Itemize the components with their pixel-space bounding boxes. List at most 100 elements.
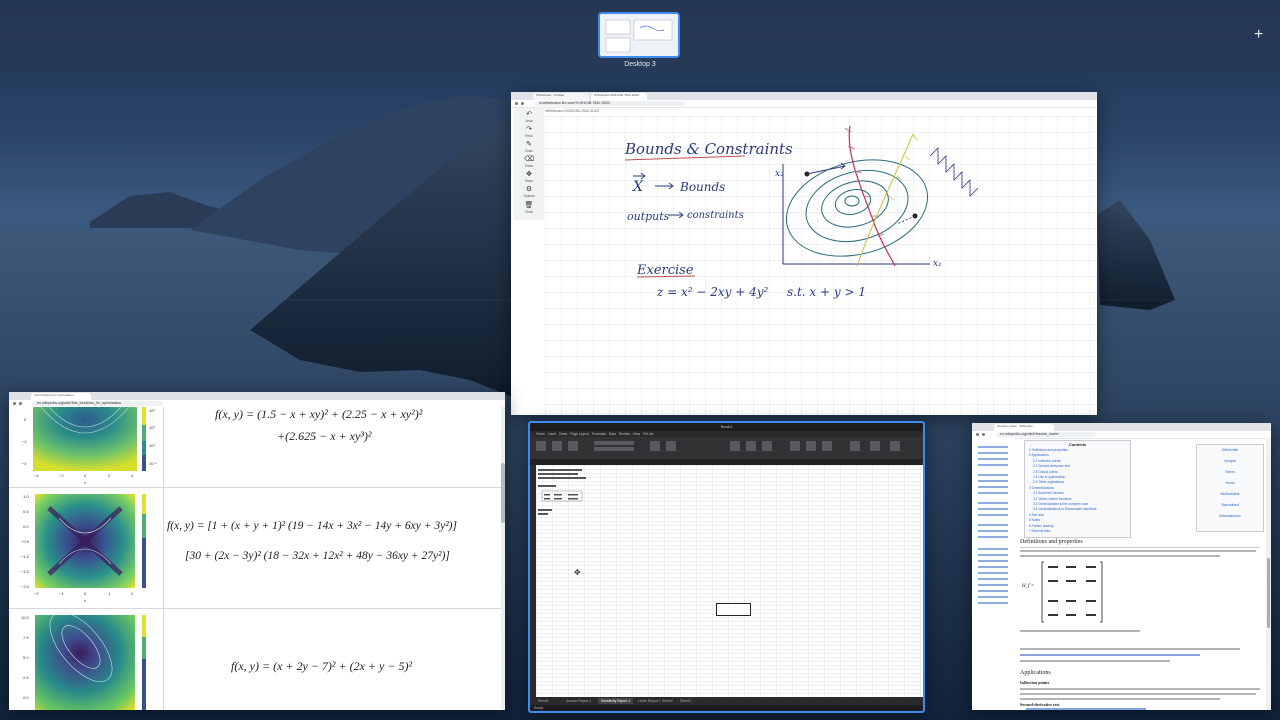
- browser-tab-active[interactable]: Hessian matrix - Wikipedia: [994, 424, 1054, 431]
- infobox-item[interactable]: Specialized: [1197, 500, 1263, 511]
- sidebar-link[interactable]: [978, 480, 1008, 482]
- tool-label: Clear: [525, 210, 533, 214]
- sheet-tab[interactable]: Limits Report 1: [638, 698, 661, 704]
- vertical-scrollbar[interactable]: [1266, 438, 1271, 710]
- sidebar-link[interactable]: [978, 554, 1008, 556]
- scrollbar-thumb[interactable]: [501, 463, 505, 523]
- sidebar-link[interactable]: [978, 530, 1008, 532]
- worksheet-grid[interactable]: ✥: [536, 465, 923, 697]
- calculus-infobox: Differential Integral Series Vector Mult…: [1196, 444, 1264, 532]
- sidebar-link[interactable]: [978, 514, 1008, 516]
- clear-button[interactable]: 🗑 Clear: [514, 201, 544, 215]
- add-desktop-button[interactable]: +: [1254, 26, 1263, 44]
- goldstein-price-equation-line2: [30 + (2x − 3y)² (18 − 32x + 12x² + 48y …: [185, 550, 450, 562]
- subsection-heading: Second-derivative test: [1020, 702, 1060, 707]
- browser-tab-active[interactable]: Whiteboard 01BH13B-7842-9DZ0: [591, 93, 647, 100]
- text-line: [1020, 654, 1200, 656]
- ribbon-tab-formulas[interactable]: Formulas: [592, 432, 606, 436]
- colorbar-label: 10⁵: [149, 408, 155, 413]
- erase-button[interactable]: ⌫ Erase: [514, 155, 544, 169]
- function-table: 10⁵ 10³ 10¹ 10⁻¹ 0 −2 −4 −4 −2 0 2 4 x f…: [9, 406, 505, 710]
- sidebar-link[interactable]: [978, 492, 1008, 494]
- infobox-item[interactable]: Miscellaneous: [1197, 511, 1263, 522]
- text-line: [1020, 693, 1256, 695]
- tell-me-field[interactable]: Tell me: [643, 432, 654, 436]
- sidebar-link[interactable]: [978, 590, 1008, 592]
- sidebar-link[interactable]: [978, 560, 1008, 562]
- sidebar-link[interactable]: [978, 474, 1008, 476]
- sidebar-link[interactable]: [978, 524, 1008, 526]
- whiteboard-browser-window[interactable]: Whiteboard · Untitled Whiteboard 01BH13B…: [511, 92, 1097, 415]
- ribbon-tab-insert[interactable]: Insert: [548, 432, 556, 436]
- test-functions-browser-window[interactable]: Test functions for optimization en.wikip…: [9, 392, 505, 710]
- sheet-tab-active[interactable]: Sensitivity Report 1: [598, 698, 634, 704]
- back-icon[interactable]: [13, 402, 16, 405]
- back-icon[interactable]: [515, 102, 518, 105]
- excel-window[interactable]: Book1 Home Insert Draw Page Layout Formu…: [528, 421, 925, 713]
- infobox-item[interactable]: Integral: [1197, 456, 1263, 467]
- url-field[interactable]: ni.whiteboard-fire.com/?l=9H13B-7842-9DZ…: [535, 101, 685, 106]
- browser-tab[interactable]: Whiteboard · Untitled: [533, 93, 589, 100]
- sidebar-link[interactable]: [978, 464, 1008, 466]
- mission-control-spaces-bar: Desktop 3 +: [0, 0, 1280, 72]
- toc-item[interactable]: 7 External links: [1029, 529, 1096, 534]
- tool-label: Move: [525, 179, 533, 183]
- sidebar-link[interactable]: [978, 596, 1008, 598]
- forward-icon[interactable]: [19, 402, 22, 405]
- sidebar-link[interactable]: [978, 584, 1008, 586]
- notes-title: Bounds & Constraints: [624, 140, 793, 158]
- desktop-3-thumbnail[interactable]: [598, 12, 680, 58]
- axis-x2-label: x₂: [775, 169, 784, 179]
- ribbon-tab-view[interactable]: View: [633, 432, 640, 436]
- sidebar-link[interactable]: [978, 446, 1008, 448]
- whiteboard-canvas[interactable]: Bounds & Constraints X Bounds outputs co…: [545, 116, 1097, 415]
- colorbar-label: 10³: [149, 425, 155, 430]
- forward-icon[interactable]: [982, 433, 985, 436]
- ribbon-tab-review[interactable]: Review: [619, 432, 630, 436]
- undo-button[interactable]: ↶ Undo: [514, 110, 544, 124]
- forward-icon[interactable]: [521, 102, 524, 105]
- ribbon-tab-home[interactable]: Home: [536, 432, 545, 436]
- sheet-tab[interactable]: Sheet3: [680, 698, 691, 704]
- handwritten-notes: Bounds & Constraints X Bounds outputs co…: [624, 140, 866, 299]
- sidebar-link[interactable]: [978, 486, 1008, 488]
- sidebar-link[interactable]: [978, 458, 1008, 460]
- sidebar-link[interactable]: [978, 566, 1008, 568]
- sheet-tab[interactable]: Sheet2: [662, 698, 673, 704]
- sidebar-link[interactable]: [978, 508, 1008, 510]
- scrollbar-thumb[interactable]: [1267, 558, 1270, 628]
- hessian-browser-window[interactable]: Hessian matrix - Wikipedia en.wikipedia.…: [972, 423, 1271, 710]
- infobox-item[interactable]: Multivariable: [1197, 489, 1263, 500]
- sidebar-link[interactable]: [978, 548, 1008, 550]
- text-line: [1020, 660, 1170, 662]
- sidebar-link[interactable]: [978, 536, 1008, 538]
- sheet-tab[interactable]: Sheet1: [538, 698, 549, 704]
- ribbon-tab-data[interactable]: Data: [609, 432, 616, 436]
- sidebar-link[interactable]: [978, 578, 1008, 580]
- sidebar-link[interactable]: [978, 602, 1008, 604]
- infobox-item[interactable]: Differential: [1197, 445, 1263, 456]
- sidebar-link[interactable]: [978, 502, 1008, 504]
- selected-cell[interactable]: [716, 603, 751, 616]
- options-button[interactable]: ⚙ Options: [514, 185, 544, 199]
- ribbon-tab-draw[interactable]: Draw: [559, 432, 567, 436]
- y-tick: 2.5: [23, 675, 29, 680]
- sheet-tab[interactable]: Answer Report 1: [566, 698, 591, 704]
- pen-icon: ✎: [526, 141, 532, 148]
- redo-button[interactable]: ↷ Redo: [514, 125, 544, 139]
- ribbon-tab-page-layout[interactable]: Page Layout: [570, 432, 589, 436]
- booth-equation: f(x, y) = (x + 2y − 7)² + (2x + y − 5)²: [231, 659, 413, 673]
- sidebar-link[interactable]: [978, 572, 1008, 574]
- draw-button[interactable]: ✎ Draw: [514, 140, 544, 154]
- infobox-item[interactable]: Series: [1197, 467, 1263, 478]
- move-button[interactable]: ✥ Move: [514, 170, 544, 184]
- back-icon[interactable]: [976, 433, 979, 436]
- browser-tab-active[interactable]: Test functions for optimization: [31, 393, 91, 400]
- url-field[interactable]: en.wikipedia.org/wiki/Test_functions_for…: [33, 401, 163, 406]
- vertical-scrollbar[interactable]: [501, 407, 505, 710]
- infobox-item[interactable]: Vector: [1197, 478, 1263, 489]
- url-field[interactable]: en.wikipedia.org/wiki/Hessian_matrix: [996, 432, 1096, 437]
- x-tick: −4: [34, 473, 39, 478]
- desktop-thumbnail-preview: [600, 14, 678, 56]
- sidebar-link[interactable]: [978, 452, 1008, 454]
